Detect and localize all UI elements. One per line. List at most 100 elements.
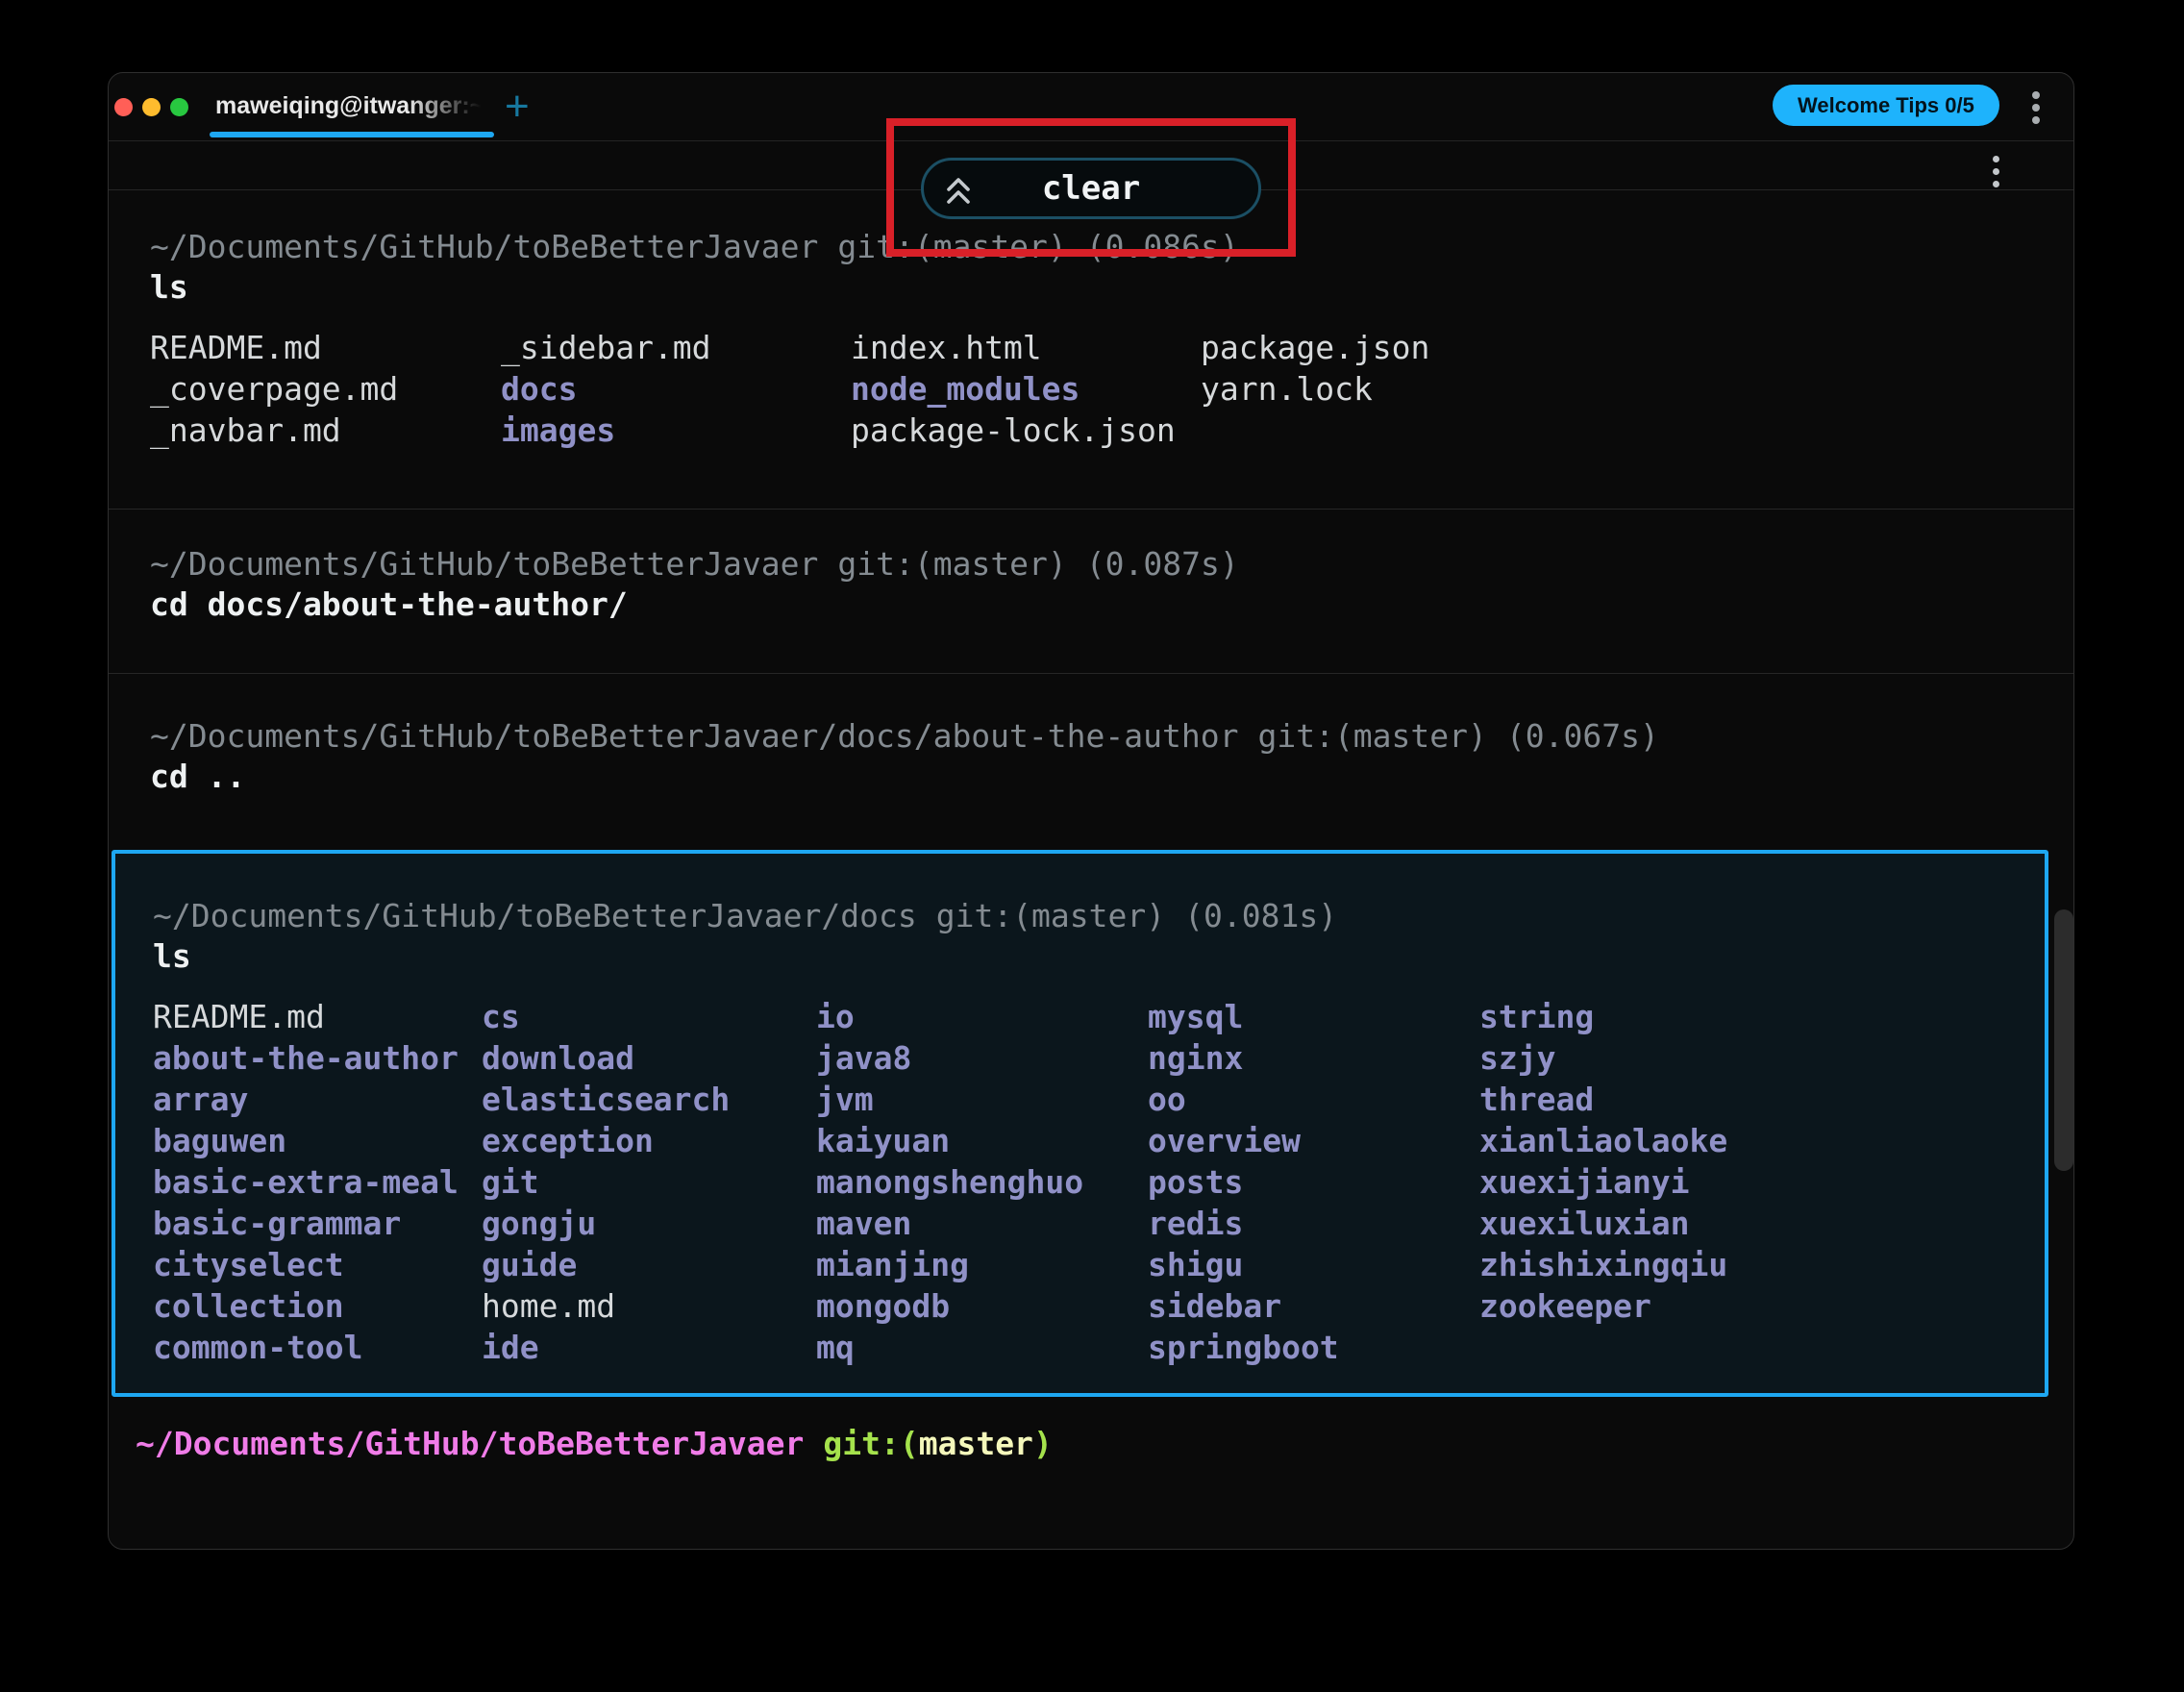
dir-entry: array [153, 1081, 249, 1118]
dir-entry: thread [1479, 1081, 1595, 1118]
prompt-git-open: git:( [823, 1425, 919, 1462]
file-entry: _coverpage.md [150, 370, 399, 408]
dir-entry: basic-grammar [153, 1205, 402, 1242]
dir-entry: cityselect [153, 1246, 344, 1283]
dir-entry: posts [1148, 1163, 1244, 1201]
dir-entry: exception [482, 1122, 654, 1159]
block-2-duration: (0.087s) [1085, 545, 1239, 583]
ls-output-row: common-tool ide mq springboot [153, 1327, 2007, 1368]
block-2-command: cd docs/about-the-author/ [150, 585, 628, 623]
ls-output-row: README.md cs io mysql string [153, 996, 2007, 1037]
ls-output-row: basic-grammar gongju maven redis xuexiluxian [153, 1203, 2007, 1244]
traffic-lights [114, 73, 188, 140]
minimize-button[interactable] [142, 97, 161, 116]
active-tab-indicator [210, 132, 494, 137]
dir-entry: sidebar [1148, 1287, 1282, 1325]
dir-entry: mongodb [816, 1287, 951, 1325]
terminal-content: ~/Documents/GitHub/toBeBetterJavaer git:(… [109, 141, 2073, 1464]
dir-entry: kaiyuan [816, 1122, 951, 1159]
dir-entry: io [816, 998, 855, 1035]
terminal-tab[interactable]: maweiqing@itwanger:~/Docum [210, 73, 498, 140]
terminal-window: maweiqing@itwanger:~/Docum + Welcome Tip… [108, 72, 2074, 1550]
tab-title: maweiqing@itwanger:~/Docum [215, 92, 494, 120]
prompt-path: ~/Documents/GitHub/toBeBetterJavaer [136, 1425, 805, 1462]
block-4-duration: (0.081s) [1184, 897, 1338, 934]
ls-output-row: basic-extra-meal git manongshenghuo posts xu… [153, 1161, 2007, 1203]
block-1-command: ls [150, 268, 188, 306]
block-3-command: cd .. [150, 758, 246, 795]
block-3-path: ~/Documents/GitHub/toBeBetterJavaer/docs… [150, 717, 1239, 755]
file-entry: _navbar.md [150, 411, 341, 449]
dir-entry: shigu [1148, 1246, 1244, 1283]
block-3-git: git:(master) [1257, 717, 1487, 755]
prompt-branch: master [918, 1425, 1033, 1462]
block-menu-button[interactable] [1993, 156, 1999, 187]
ls-output: README.md _sidebar.md index.html package.js… [150, 327, 2032, 451]
ls-output: README.md cs io mysql string about-the-author… [153, 996, 2007, 1368]
dir-entry: mysql [1148, 998, 1244, 1035]
dir-entry: nginx [1148, 1039, 1244, 1077]
dir-entry: jvm [816, 1081, 874, 1118]
command-block-4-selected[interactable]: ~/Documents/GitHub/toBeBetterJavaer/docs… [112, 850, 2048, 1397]
dir-entry: images [501, 411, 616, 449]
dir-entry: oo [1148, 1081, 1186, 1118]
dir-entry: docs [501, 370, 578, 408]
block-2-path: ~/Documents/GitHub/toBeBetterJavaer [150, 545, 819, 583]
dir-entry: springboot [1148, 1329, 1339, 1366]
dir-entry: about-the-author [153, 1039, 459, 1077]
scrollbar-thumb[interactable] [2054, 909, 2073, 1171]
dir-entry: overview [1148, 1122, 1301, 1159]
block-4-prompt-header: ~/Documents/GitHub/toBeBetterJavaer/docs… [153, 896, 2007, 936]
file-entry: index.html [851, 329, 1042, 366]
ls-output-row: about-the-author download java8 nginx szjy [153, 1037, 2007, 1079]
file-entry: README.md [150, 329, 322, 366]
dir-entry: xianliaolaoke [1479, 1122, 1728, 1159]
ls-output-row: _navbar.md images package-lock.json [150, 410, 2032, 451]
ls-output-row: _coverpage.md docs node_modules yarn.lock [150, 368, 2032, 410]
block-1-path: ~/Documents/GitHub/toBeBetterJavaer [150, 228, 819, 265]
new-tab-button[interactable]: + [505, 73, 530, 140]
block-4-path: ~/Documents/GitHub/toBeBetterJavaer/docs [153, 897, 917, 934]
file-entry: README.md [153, 998, 325, 1035]
dir-entry: git [482, 1163, 539, 1201]
file-entry: home.md [482, 1287, 616, 1325]
dir-entry: ide [482, 1329, 539, 1366]
file-entry: _sidebar.md [501, 329, 711, 366]
block-3-duration: (0.067s) [1505, 717, 1659, 755]
dir-entry: cs [482, 998, 520, 1035]
welcome-tips-button[interactable]: Welcome Tips 0/5 [1773, 85, 1999, 126]
file-entry: package-lock.json [851, 411, 1176, 449]
dir-entry: collection [153, 1287, 344, 1325]
dir-entry: szjy [1479, 1039, 1556, 1077]
dir-entry: basic-extra-meal [153, 1163, 459, 1201]
command-block-2[interactable]: ~/Documents/GitHub/toBeBetterJavaer git:(… [109, 510, 2073, 674]
dir-entry: string [1479, 998, 1595, 1035]
file-entry: yarn.lock [1201, 370, 1373, 408]
ls-output-row: collection home.md mongodb sidebar zookeeper [153, 1285, 2007, 1327]
dir-entry: mianjing [816, 1246, 969, 1283]
dir-entry: guide [482, 1246, 578, 1283]
block-2-git: git:(master) [837, 545, 1067, 583]
dir-entry: zookeeper [1479, 1287, 1651, 1325]
dir-entry: xuexijianyi [1479, 1163, 1690, 1201]
annotation-rectangle [886, 118, 1296, 257]
dir-entry: mq [816, 1329, 855, 1366]
block-4-command: ls [153, 937, 191, 975]
ls-output-row: README.md _sidebar.md index.html package.js… [150, 327, 2032, 368]
close-button[interactable] [114, 97, 133, 116]
block-4-git: git:(master) [935, 897, 1166, 934]
command-block-3[interactable]: ~/Documents/GitHub/toBeBetterJavaer/docs… [109, 674, 2073, 850]
prompt-git-close: ) [1032, 1425, 1053, 1462]
dir-entry: download [482, 1039, 634, 1077]
dir-entry: common-tool [153, 1329, 363, 1366]
dir-entry: manongshenghuo [816, 1163, 1084, 1201]
dir-entry: maven [816, 1205, 912, 1242]
dir-entry: java8 [816, 1039, 912, 1077]
shell-prompt: ~/Documents/GitHub/toBeBetterJavaer git:(… [109, 1424, 2073, 1464]
dir-entry: gongju [482, 1205, 597, 1242]
dir-entry: node_modules [851, 370, 1080, 408]
dir-entry: zhishixingqiu [1479, 1246, 1728, 1283]
dir-entry: elasticsearch [482, 1081, 731, 1118]
window-menu-button[interactable] [2032, 91, 2040, 124]
zoom-button[interactable] [170, 97, 188, 116]
